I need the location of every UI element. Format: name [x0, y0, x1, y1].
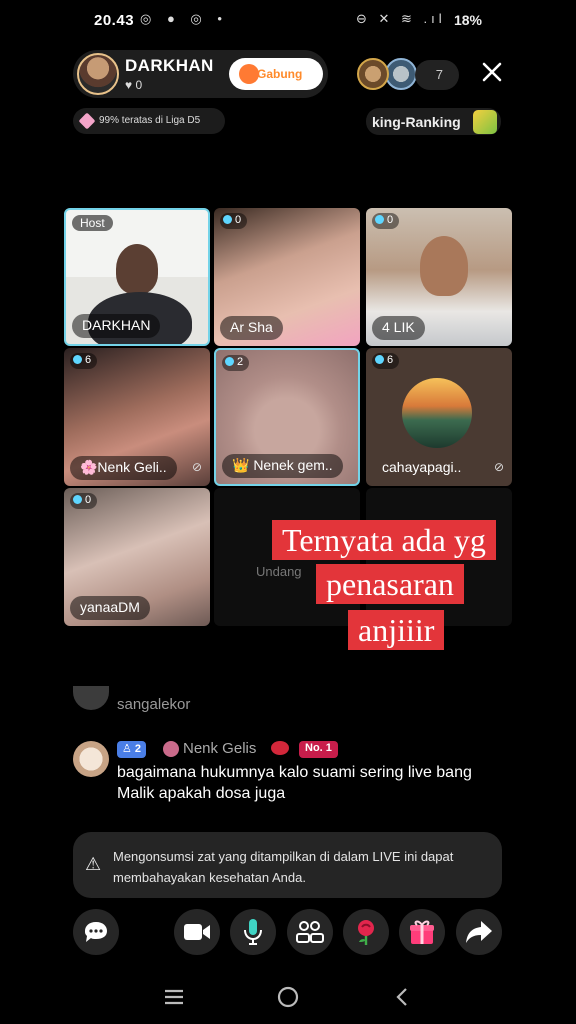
viewer-avatar[interactable]	[357, 58, 389, 90]
guest-badge: 2	[222, 355, 250, 371]
join-label: Gabung	[257, 67, 303, 81]
host-name: DARKHAN	[125, 56, 214, 75]
recent-apps-icon	[165, 989, 183, 1005]
video-caption: Ternyata ada yg penasaran anjiiir	[272, 518, 548, 654]
warning-text: Mengonsumsi zat yang ditampilkan di dala…	[113, 849, 454, 885]
flower-icon	[163, 741, 179, 757]
warning-icon: ⚠	[85, 854, 102, 874]
host-likes: ♥ 0	[125, 78, 143, 92]
join-button[interactable]: Gabung	[229, 58, 323, 90]
guest-badge: 6	[70, 353, 98, 369]
home-button[interactable]	[268, 982, 308, 1012]
host-info[interactable]: DARKHAN ♥ 0 Gabung	[73, 50, 328, 98]
guest-name: 🌸Nenk Geli..	[70, 456, 177, 480]
host-avatar[interactable]	[77, 53, 119, 95]
guest-tile[interactable]: 6 cahayapagi.. ⊘	[366, 348, 512, 486]
avatar[interactable]	[73, 686, 109, 710]
notification-icons: ◎ ● ◎ •	[140, 11, 228, 26]
battery-level: 18%	[453, 12, 482, 28]
guests-button[interactable]	[287, 909, 333, 955]
gift-button[interactable]	[399, 909, 445, 955]
heart-join-icon	[239, 64, 259, 84]
video-camera-icon	[184, 924, 210, 940]
share-arrow-icon	[466, 921, 492, 943]
recent-apps-button[interactable]	[154, 982, 194, 1012]
level-badge: ♙ 2	[117, 741, 147, 758]
guest-tile[interactable]: 0 4 LIK	[366, 208, 512, 346]
safety-warning: ⚠ Mengonsumsi zat yang ditampilkan di da…	[73, 832, 502, 898]
trophy-icon	[473, 110, 497, 134]
guest-tile[interactable]: 2 👑 Nenek gem..	[214, 348, 360, 486]
close-icon	[482, 62, 502, 82]
home-icon	[277, 986, 299, 1008]
status-bar: 20.43 ◎ ● ◎ • ⊖ ✕ ≋ .ıl 18%	[0, 0, 576, 40]
back-button[interactable]	[382, 982, 422, 1012]
guest-name: yanaaDM	[70, 596, 150, 620]
rose-gift-icon	[358, 920, 374, 945]
microphone-button[interactable]	[230, 909, 276, 955]
guest-name: 4 LIK	[372, 316, 425, 340]
guest-badge: 0	[220, 213, 248, 229]
guests-icon	[296, 921, 324, 943]
rank-badge: No. 1	[299, 741, 338, 758]
guest-tile[interactable]: 0 yanaaDM	[64, 488, 210, 626]
guest-name: 👑 Nenek gem..	[222, 454, 343, 478]
gem-icon	[78, 112, 96, 130]
guest-badge: 0	[372, 213, 400, 229]
mic-off-icon: ⊘	[191, 460, 202, 474]
avatar[interactable]	[73, 741, 109, 777]
chat-message: ♙ 2 Nenk Gelis No. 1 bagaimana hukumnya …	[73, 738, 503, 808]
chat-message-previous: sangalekor	[73, 686, 373, 716]
ranking-button[interactable]: king-Ranking	[366, 108, 501, 135]
viewer-list[interactable]: 7	[357, 58, 461, 92]
guest-tile[interactable]: 0 Ar Sha	[214, 208, 360, 346]
status-time: 20.43	[94, 12, 135, 29]
chat-username[interactable]: sangalekor	[117, 696, 190, 713]
guest-badge: 6	[372, 353, 400, 369]
lips-icon	[271, 741, 289, 755]
guest-avatar	[402, 378, 472, 448]
guest-name: DARKHAN	[72, 314, 161, 338]
rose-gift-button[interactable]	[343, 909, 389, 955]
host-video	[116, 244, 158, 294]
chat-bubble-icon	[85, 922, 107, 942]
guest-name: Ar Sha	[220, 316, 283, 340]
action-bar	[0, 905, 576, 959]
caption-line: penasaran	[316, 564, 464, 604]
guest-name: cahayapagi..	[382, 459, 462, 475]
league-text: 99% teratas di Liga D5	[99, 115, 201, 126]
viewer-avatar[interactable]	[385, 58, 417, 90]
caption-line: anjiiir	[348, 610, 445, 650]
guest-tile-host[interactable]: Host DARKHAN	[64, 208, 210, 346]
caption-line: Ternyata ada yg	[272, 520, 496, 560]
camera-button[interactable]	[174, 909, 220, 955]
chat-text: bagaimana hukumnya kalo suami sering liv…	[117, 764, 472, 802]
signal-icons: ⊖ ✕ ≋ .ıl	[356, 11, 446, 26]
guest-video	[420, 236, 468, 296]
system-nav-bar	[0, 970, 576, 1024]
host-badge: Host	[72, 215, 113, 231]
close-button[interactable]	[478, 60, 506, 88]
gift-box-icon	[410, 920, 434, 944]
share-button[interactable]	[456, 909, 502, 955]
league-badge[interactable]: 99% teratas di Liga D5	[73, 108, 225, 134]
comment-button[interactable]	[73, 909, 119, 955]
back-icon	[396, 988, 407, 1006]
microphone-icon	[244, 919, 262, 945]
viewer-count[interactable]: 7	[415, 60, 459, 90]
ranking-label: king-Ranking	[372, 114, 461, 130]
mic-off-icon: ⊘	[493, 460, 504, 474]
guest-badge: 0	[70, 493, 98, 509]
chat-username[interactable]: Nenk Gelis	[183, 740, 256, 757]
guest-tile[interactable]: 6 🌸Nenk Geli.. ⊘	[64, 348, 210, 486]
